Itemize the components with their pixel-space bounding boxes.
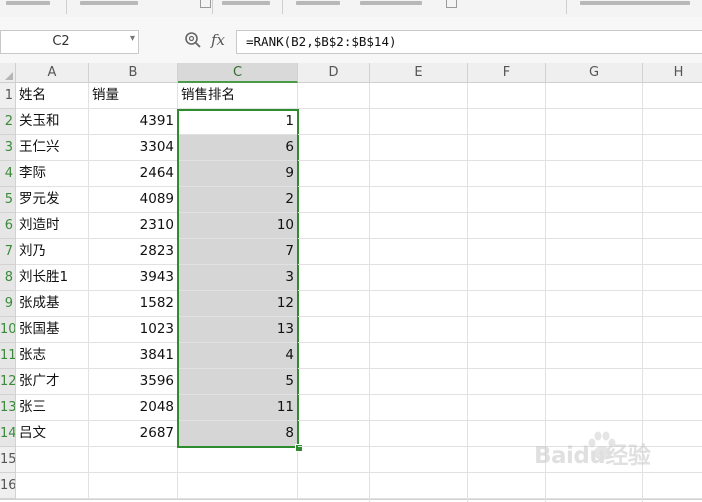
cell-rank[interactable]: 9 bbox=[178, 161, 298, 187]
empty-cell[interactable] bbox=[178, 473, 298, 499]
column-header-c[interactable]: C bbox=[178, 63, 298, 83]
column-header-d[interactable]: D bbox=[298, 63, 370, 83]
cell-rank[interactable]: 4 bbox=[178, 343, 298, 369]
cell-sales[interactable]: 2823 bbox=[89, 239, 178, 265]
toolbar-separator bbox=[212, 0, 213, 14]
cell-name[interactable]: 王仁兴 bbox=[16, 135, 89, 161]
select-all-corner[interactable] bbox=[0, 63, 16, 83]
formula-input[interactable]: =RANK(B2,$B$2:$B$14) bbox=[236, 30, 702, 54]
baidu-watermark: Baidu经验 bbox=[534, 424, 672, 469]
cell-name[interactable]: 刘长胜1 bbox=[16, 265, 89, 291]
row-header-12[interactable]: 12 bbox=[0, 369, 16, 395]
row-header-2[interactable]: 2 bbox=[0, 109, 16, 135]
cell-name[interactable]: 张志 bbox=[16, 343, 89, 369]
toolbar-doc-icon bbox=[446, 0, 457, 8]
toolbar-fragment bbox=[222, 1, 270, 5]
cell-rank[interactable]: 7 bbox=[178, 239, 298, 265]
row-header-5[interactable]: 5 bbox=[0, 187, 16, 213]
toolbar-separator bbox=[66, 0, 67, 14]
row-header-14[interactable]: 14 bbox=[0, 421, 16, 447]
column-header-f[interactable]: F bbox=[468, 63, 546, 83]
cell-a1-name-header[interactable]: 姓名 bbox=[16, 83, 89, 109]
column-header-b[interactable]: B bbox=[89, 63, 178, 83]
toolbar-fragment bbox=[80, 1, 138, 5]
row-header-13[interactable]: 13 bbox=[0, 395, 16, 421]
cell-sales[interactable]: 3304 bbox=[89, 135, 178, 161]
zoom-icon[interactable] bbox=[184, 31, 202, 49]
name-box-value: C2 bbox=[52, 34, 70, 49]
cell-rank[interactable]: 13 bbox=[178, 317, 298, 343]
toolbar-fragment bbox=[6, 1, 50, 5]
row-header-4[interactable]: 4 bbox=[0, 161, 16, 187]
row-header-9[interactable]: 9 bbox=[0, 291, 16, 317]
row-header-11[interactable]: 11 bbox=[0, 343, 16, 369]
row-header-3[interactable]: 3 bbox=[0, 135, 16, 161]
cell-rank[interactable]: 10 bbox=[178, 213, 298, 239]
column-header-g[interactable]: G bbox=[546, 63, 643, 83]
cell-b1-sales-header[interactable]: 销量 bbox=[89, 83, 178, 109]
cell-name[interactable]: 刘乃 bbox=[16, 239, 89, 265]
empty-cell[interactable] bbox=[178, 447, 298, 473]
fill-handle[interactable] bbox=[295, 444, 303, 452]
cell-name[interactable]: 张国基 bbox=[16, 317, 89, 343]
cell-rank-active[interactable]: 1 bbox=[178, 109, 298, 135]
cell-sales[interactable]: 4089 bbox=[89, 187, 178, 213]
column-header-h[interactable]: H bbox=[643, 63, 702, 83]
cell-name[interactable]: 罗元发 bbox=[16, 187, 89, 213]
column-header-e[interactable]: E bbox=[370, 63, 468, 83]
row-header-16[interactable]: 16 bbox=[0, 473, 16, 499]
cell-name[interactable]: 张三 bbox=[16, 395, 89, 421]
cell-rank[interactable]: 8 bbox=[178, 421, 298, 447]
cell-sales[interactable]: 1023 bbox=[89, 317, 178, 343]
grid-line bbox=[0, 499, 702, 500]
cell-name[interactable]: 李际 bbox=[16, 161, 89, 187]
cell-sales[interactable]: 2310 bbox=[89, 213, 178, 239]
cell-name[interactable]: 吕文 bbox=[16, 421, 89, 447]
empty-cell[interactable] bbox=[16, 447, 89, 473]
row-header-8[interactable]: 8 bbox=[0, 265, 16, 291]
formula-text: =RANK(B2,$B$2:$B$14) bbox=[246, 34, 397, 49]
toolbar-separator bbox=[566, 0, 567, 14]
empty-cell[interactable] bbox=[89, 447, 178, 473]
fx-icon[interactable]: fx bbox=[211, 31, 225, 49]
cell-sales[interactable]: 3596 bbox=[89, 369, 178, 395]
cell-rank[interactable]: 12 bbox=[178, 291, 298, 317]
row-header-10[interactable]: 10 bbox=[0, 317, 16, 343]
empty-cell[interactable] bbox=[16, 473, 89, 499]
cell-rank[interactable]: 3 bbox=[178, 265, 298, 291]
cell-sales[interactable]: 3943 bbox=[89, 265, 178, 291]
cell-name[interactable]: 关玉和 bbox=[16, 109, 89, 135]
corner-triangle-icon bbox=[5, 72, 13, 80]
cell-sales[interactable]: 1582 bbox=[89, 291, 178, 317]
watermark-text: Baidu经验 bbox=[534, 443, 651, 469]
empty-cell[interactable] bbox=[89, 473, 178, 499]
toolbar-fragment bbox=[580, 1, 690, 5]
cell-sales[interactable]: 2687 bbox=[89, 421, 178, 447]
chevron-down-icon[interactable]: ▾ bbox=[130, 33, 135, 44]
cell-sales[interactable]: 3841 bbox=[89, 343, 178, 369]
formula-bar: C2 ▾ fx =RANK(B2,$B$2:$B$14) bbox=[0, 17, 702, 64]
row-header-1[interactable]: 1 bbox=[0, 83, 16, 109]
cell-rank[interactable]: 5 bbox=[178, 369, 298, 395]
cell-sales[interactable]: 4391 bbox=[89, 109, 178, 135]
toolbar-separator bbox=[282, 0, 283, 14]
cell-sales[interactable]: 2464 bbox=[89, 161, 178, 187]
cell-name[interactable]: 张成基 bbox=[16, 291, 89, 317]
cell-sales[interactable]: 2048 bbox=[89, 395, 178, 421]
cell-name[interactable]: 刘造时 bbox=[16, 213, 89, 239]
cell-rank[interactable]: 11 bbox=[178, 395, 298, 421]
cell-rank[interactable]: 6 bbox=[178, 135, 298, 161]
column-header-a[interactable]: A bbox=[16, 63, 89, 83]
cell-rank[interactable]: 2 bbox=[178, 187, 298, 213]
row-header-6[interactable]: 6 bbox=[0, 213, 16, 239]
row-header-15[interactable]: 15 bbox=[0, 447, 16, 473]
toolbar-bracket-icon bbox=[200, 0, 211, 8]
ribbon-toolbar bbox=[0, 0, 702, 18]
toolbar-fragment bbox=[360, 1, 422, 5]
toolbar-fragment bbox=[296, 1, 340, 5]
name-box[interactable]: C2 ▾ bbox=[0, 30, 139, 54]
row-header-7[interactable]: 7 bbox=[0, 239, 16, 265]
cell-name[interactable]: 张广才 bbox=[16, 369, 89, 395]
cell-c1-rank-header[interactable]: 销售排名 bbox=[178, 83, 298, 109]
